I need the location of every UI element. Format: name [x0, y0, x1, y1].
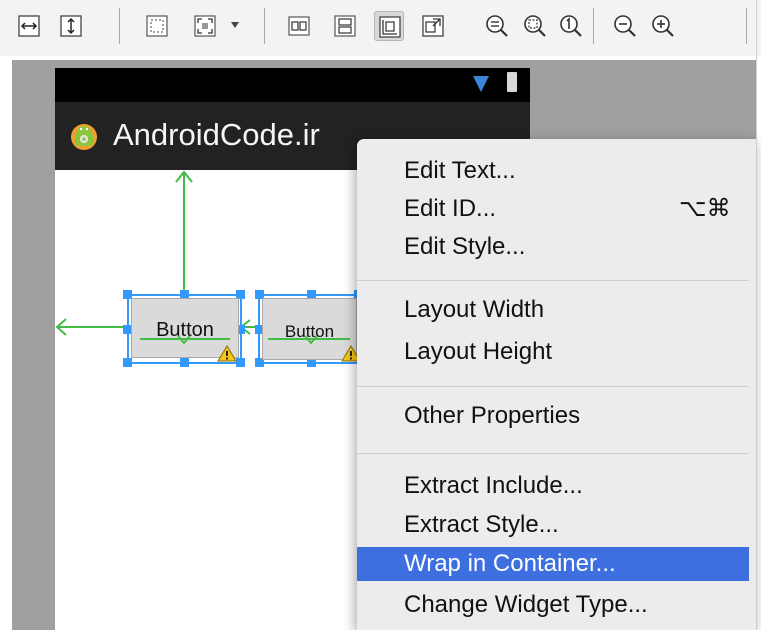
- warning-icon: [217, 345, 237, 362]
- menu-item-wrap-in-container[interactable]: Wrap in Container...: [357, 547, 749, 581]
- menu-separator: [357, 280, 749, 281]
- menu-item-edit-text[interactable]: Edit Text...: [357, 154, 749, 188]
- context-menu[interactable]: Edit Text... Edit ID... ⌥⌘ Edit Style...…: [357, 139, 757, 630]
- menu-item-layout-width[interactable]: Layout Width: [357, 293, 749, 327]
- menu-separator: [357, 453, 749, 454]
- menu-item-shortcut: ⌥⌘: [679, 195, 731, 222]
- menu-item-change-widget-type[interactable]: Change Widget Type...: [357, 588, 749, 622]
- menu-separator: [357, 386, 749, 387]
- menu-item-edit-style[interactable]: Edit Style...: [357, 230, 749, 264]
- menu-item-extract-include[interactable]: Extract Include...: [357, 469, 749, 503]
- window-edge: [756, 0, 757, 630]
- menu-item-layout-height[interactable]: Layout Height: [357, 335, 749, 369]
- menu-item-other-properties[interactable]: Other Properties: [357, 399, 749, 433]
- menu-item-extract-style[interactable]: Extract Style...: [357, 508, 749, 542]
- menu-item-edit-id[interactable]: Edit ID... ⌥⌘: [357, 192, 749, 226]
